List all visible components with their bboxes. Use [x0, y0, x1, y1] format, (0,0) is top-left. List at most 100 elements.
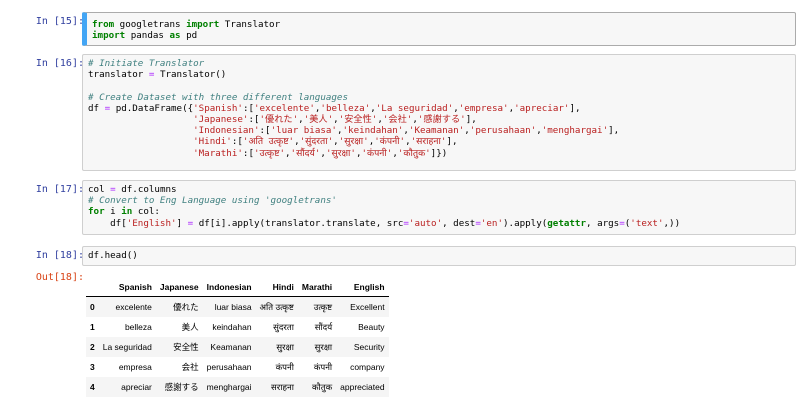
- code-line: 'Hindi':['अति उत्कृष्ट','सुंदरता','सुरक्…: [88, 136, 790, 147]
- column-header: Indonesian: [202, 278, 256, 297]
- code-line: df['English'] = df[i].apply(translator.t…: [88, 218, 790, 229]
- code-token: 'English': [126, 217, 177, 229]
- code-token: pandas: [125, 30, 170, 42]
- code-token: 'perusahaan': [469, 125, 537, 137]
- table-cell: Security: [353, 342, 385, 352]
- code-token: 'Keamanan': [408, 125, 465, 137]
- code-token: 'menghargai': [541, 125, 609, 137]
- code-token: as: [169, 30, 181, 42]
- code-token: , args: [586, 217, 620, 229]
- code-line: from googletrans import Translator: [92, 19, 790, 30]
- code-token: # Convert to Eng Language using 'googlet…: [88, 195, 337, 207]
- code-token: ],: [608, 125, 620, 137]
- table-cell: appreciated: [340, 382, 385, 392]
- table-cell: Keamanan: [210, 342, 252, 352]
- row-index: 3: [90, 362, 95, 372]
- code-line: 'Marathi':['उत्कृष्ट','सौंदर्य','सुरक्षा…: [88, 148, 790, 159]
- code-editor[interactable]: df.head(): [82, 246, 796, 266]
- code-token: 'सुंदरता': [299, 136, 334, 148]
- table-cell: 安全性: [173, 342, 199, 352]
- code-token: i: [104, 206, 122, 218]
- table-cell: सुरक्षा: [276, 341, 294, 352]
- code-token: pd: [180, 30, 198, 42]
- code-line: df.head(): [88, 250, 790, 261]
- code-token: df[: [88, 217, 127, 229]
- row-index: 0: [90, 302, 95, 312]
- code-token: 'सुरक्षा': [338, 136, 369, 148]
- code-token: 'सौंदर्य': [290, 147, 321, 159]
- code-token: 'कौतुक': [397, 147, 431, 159]
- code-token: ],: [465, 113, 477, 125]
- code-token: ).apply(: [503, 217, 548, 229]
- code-token: 'en': [480, 217, 503, 229]
- code-editor[interactable]: # Initiate Translator translator = Transl…: [82, 54, 796, 171]
- code-token: googletrans: [114, 19, 187, 30]
- code-token: ,)): [663, 217, 681, 229]
- code-token: df[i].apply(translator.translate, src: [193, 217, 404, 229]
- table-cell: 優れた: [173, 302, 199, 312]
- table-cell: apreciar: [121, 382, 152, 392]
- row-index: 2: [90, 342, 95, 352]
- table-cell: 感謝する: [164, 382, 199, 392]
- table-cell: कंपनी: [275, 361, 294, 372]
- table-row: 4 apreciar 感謝する menghargai सराहना कौतुक apprec…: [86, 377, 389, 397]
- code-token: translator: [88, 69, 149, 81]
- table-cell: keindahan: [212, 322, 252, 332]
- code-token: df.head(): [88, 250, 138, 261]
- table-cell: 会社: [181, 362, 199, 372]
- code-token: pd.DataFrame({: [110, 102, 194, 114]
- code-token: in: [121, 206, 133, 218]
- code-token: 'Hindi': [193, 136, 232, 148]
- code-cell-15[interactable]: In [15]: from googletrans import Transla…: [4, 6, 796, 46]
- code-token: 'keindahan': [342, 125, 404, 137]
- code-editor[interactable]: col = df.columns # Convert to Eng Languag…: [82, 180, 796, 235]
- code-token: 'apreciar': [514, 102, 570, 114]
- code-token: 'Marathi': [193, 147, 243, 159]
- table-cell: excelente: [115, 302, 152, 312]
- code-token: :[: [231, 136, 243, 148]
- code-token: df.columns: [115, 184, 177, 195]
- code-token: ],: [569, 102, 581, 114]
- column-header: Spanish: [98, 278, 156, 297]
- code-token: :[: [248, 113, 260, 125]
- table-cell: सौंदर्य: [314, 321, 333, 332]
- code-token: 'excelente': [254, 102, 315, 114]
- table-cell: Excellent: [350, 302, 385, 312]
- table-row: 0 excelente 優れた luar biasa अति उत्कृष्ट उत्कृ…: [86, 296, 389, 317]
- code-token: 'auto': [408, 217, 443, 229]
- table-cell: 美人: [181, 322, 199, 332]
- code-token: from: [92, 19, 115, 30]
- code-token: 'उत्कृष्ट': [253, 147, 285, 159]
- code-cell-18[interactable]: In [18]: df.head() Out[18]: Spanish Japan…: [4, 246, 796, 412]
- column-header: [86, 278, 99, 297]
- code-token: '優れた': [259, 113, 299, 125]
- code-token: Translator: [219, 19, 281, 30]
- cell-prompt: In [15]:: [35, 16, 84, 27]
- code-line: df = pd.DataFrame({'Spanish':['excelente…: [88, 103, 790, 114]
- code-token: , dest: [442, 217, 476, 229]
- code-token: # Initiate Translator: [88, 58, 205, 69]
- column-header: Hindi: [255, 278, 298, 297]
- code-token: 'empresa': [458, 102, 509, 114]
- code-token: '会社': [382, 113, 413, 125]
- code-token: import: [186, 19, 220, 30]
- code-token: 'La seguridad': [375, 102, 454, 114]
- table-cell: company: [350, 362, 385, 372]
- code-line: # Initiate Translator: [88, 58, 790, 69]
- dataframe-output: Spanish Japanese Indonesian Hindi Marathi Eng…: [86, 278, 389, 397]
- code-editor[interactable]: from googletrans import Translator import…: [82, 12, 796, 46]
- code-token: 'कंपनी': [374, 136, 406, 148]
- code-token: 'text': [630, 217, 664, 229]
- code-cell-17[interactable]: In [17]: col = df.columns # Convert to En…: [4, 180, 796, 236]
- column-header: English: [336, 278, 389, 297]
- table-cell: luar biasa: [214, 302, 252, 312]
- code-line: 'Indonesian':['luar biasa','keindahan','…: [88, 125, 790, 136]
- code-line: for i in col:: [88, 206, 790, 217]
- code-cell-16[interactable]: In [16]: # Initiate Translator translator…: [4, 54, 796, 172]
- code-token: # Create Dataset with three different la…: [88, 91, 348, 103]
- code-token: for: [88, 206, 105, 218]
- table-row: 2 La seguridad 安全性 Keamanan सुरक्षा सुरक्षा Se…: [86, 337, 389, 357]
